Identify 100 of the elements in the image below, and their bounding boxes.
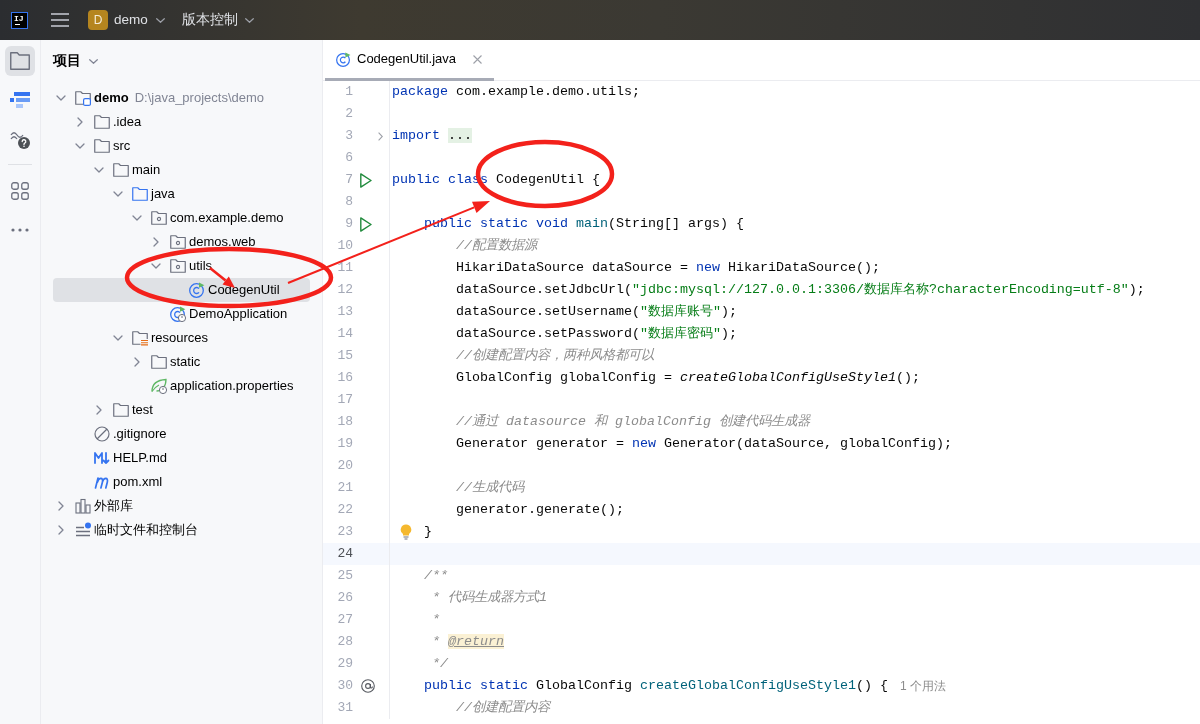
tree-item[interactable]: HELP.md: [53, 446, 310, 470]
tree-item[interactable]: DemoApplication: [53, 302, 310, 326]
caret-down-icon: [89, 58, 98, 64]
run-icon[interactable]: [360, 216, 372, 232]
chevron-right-icon[interactable]: [153, 237, 159, 247]
package-folder-icon: [151, 210, 167, 226]
run-icon[interactable]: [360, 172, 372, 188]
markdown-icon: [94, 450, 110, 466]
stacked-bars-icon: [10, 92, 30, 108]
package-folder-icon: [170, 258, 186, 274]
chevron-right-icon[interactable]: [134, 357, 140, 367]
tree-item[interactable]: demo D:\java_projects\demo: [53, 86, 310, 110]
line-number: 23: [336, 523, 353, 542]
more-icon: [11, 228, 29, 232]
tree-item[interactable]: pom.xml: [53, 470, 310, 494]
chevron-down-icon[interactable]: [94, 167, 104, 173]
line-number: 15: [336, 347, 353, 366]
package-folder-icon: [170, 234, 186, 250]
tree-item[interactable]: 外部库: [53, 494, 310, 518]
tree-item[interactable]: .gitignore: [53, 422, 310, 446]
tree-item[interactable]: demos.web: [53, 230, 310, 254]
class-icon: [336, 51, 351, 67]
tree-item[interactable]: java: [53, 182, 310, 206]
code-line: dataSource.setJdbcUrl("jdbc:mysql://127.0.0.1:3306/数据库名称?characterEncoding=utf-8");: [456, 281, 1145, 299]
line-number: 1: [344, 83, 353, 102]
chevron-right-icon[interactable]: [378, 131, 383, 141]
menu-icon[interactable]: [51, 13, 69, 27]
chevron-down-icon[interactable]: [75, 143, 85, 149]
project-initial-badge: D: [88, 10, 108, 30]
line-number: 28: [336, 633, 353, 652]
code-line: */: [432, 655, 448, 673]
resources-folder-icon: [132, 330, 148, 346]
code-line: * @return: [432, 633, 504, 651]
code-line: /**: [424, 567, 448, 585]
line-number: 21: [336, 479, 353, 498]
close-icon[interactable]: [473, 54, 482, 64]
tree-item[interactable]: src: [53, 134, 310, 158]
maven-icon: [94, 474, 110, 490]
chevron-down-icon[interactable]: [56, 95, 66, 101]
code-line: //创建配置内容，两种风格都可以: [456, 347, 654, 365]
line-number: 7: [344, 171, 353, 190]
leaf-icon: [151, 378, 167, 394]
chevron-right-icon[interactable]: [58, 525, 64, 535]
at-sign-icon[interactable]: [361, 679, 375, 693]
tree-item[interactable]: main: [53, 158, 310, 182]
tree-item[interactable]: resources: [53, 326, 310, 350]
code-line: Generator generator = new Generator(dataSource, globalConfig);: [456, 435, 952, 453]
line-number: 16: [336, 369, 353, 388]
line-number: 29: [336, 655, 353, 674]
module-folder-icon: [75, 90, 91, 106]
folder-icon: [10, 52, 30, 70]
folder-icon: [113, 402, 129, 418]
line-number: 27: [336, 611, 353, 630]
tree-item[interactable]: CodegenUtil: [53, 278, 310, 302]
line-number: 13: [336, 303, 353, 322]
code-line: }: [424, 523, 432, 541]
chevron-down-icon[interactable]: [132, 215, 142, 221]
app-logo[interactable]: IJ: [11, 11, 28, 29]
line-number: 17: [336, 391, 353, 410]
project-view-dropdown[interactable]: 项目: [53, 50, 98, 72]
chevron-down-icon[interactable]: [113, 191, 123, 197]
tree-item[interactable]: application.properties: [53, 374, 310, 398]
tool-window-button[interactable]: [5, 46, 35, 76]
chevron-right-icon[interactable]: [77, 117, 83, 127]
path-label: D:\java_projects\demo: [134, 89, 264, 108]
line-number: 22: [336, 501, 353, 520]
project-switcher[interactable]: D demo: [88, 9, 165, 31]
folder-icon: [94, 138, 110, 154]
line-number: 2: [344, 105, 353, 124]
tree-item[interactable]: static: [53, 350, 310, 374]
tree-item[interactable]: test: [53, 398, 310, 422]
code-line: public static GlobalConfig createGlobalConfigUseStyle1() {: [424, 677, 888, 695]
line-number: 30: [336, 677, 353, 696]
tree-item[interactable]: utils: [53, 254, 310, 278]
usage-hint[interactable]: 1 个用法: [899, 677, 946, 695]
tree-item[interactable]: com.example.demo: [53, 206, 310, 230]
caret-down-icon: [155, 17, 165, 23]
tree-item[interactable]: .idea: [53, 110, 310, 134]
code-line: generator.generate();: [456, 501, 624, 519]
prohibited-icon: [94, 426, 110, 442]
code-line: HikariDataSource dataSource = new HikariDataSource();: [456, 259, 880, 277]
line-number: 24: [336, 545, 353, 564]
folder-icon: [113, 162, 129, 178]
code-line: package com.example.demo.utils;: [392, 83, 640, 101]
vcs-menu[interactable]: 版本控制: [181, 9, 254, 31]
code-line: import ...: [392, 127, 472, 145]
squares-grid-icon: [11, 182, 29, 200]
line-number: 19: [336, 435, 353, 454]
chevron-right-icon[interactable]: [58, 501, 64, 511]
line-number: 10: [336, 237, 353, 256]
line-number: 26: [336, 589, 353, 608]
code-line: GlobalConfig globalConfig = createGlobalConfigUseStyle1();: [456, 369, 920, 387]
folder-icon: [94, 114, 110, 130]
chevron-down-icon[interactable]: [151, 263, 161, 269]
chevron-down-icon[interactable]: [113, 335, 123, 341]
library-icon: [75, 498, 91, 514]
chevron-right-icon[interactable]: [96, 405, 102, 415]
editor-tab[interactable]: CodegenUtil.java: [325, 40, 494, 81]
lightbulb-icon[interactable]: [400, 524, 412, 540]
tree-item[interactable]: 临时文件和控制台: [53, 518, 310, 542]
